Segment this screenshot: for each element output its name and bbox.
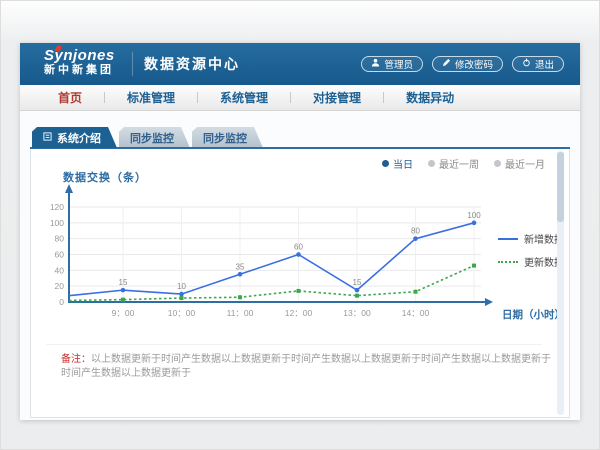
y-tick-labels: 0 20 40 60 80 100 120 [50, 202, 64, 307]
nav-item-standard-mgmt[interactable]: 标准管理 [105, 89, 197, 106]
power-icon [522, 58, 531, 70]
admin-user-button[interactable]: 管理员 [361, 56, 423, 72]
line-chart: 0 20 40 60 80 100 120 9：00 10：00 11：00 12：00 13：00 1… [41, 180, 501, 340]
legend-item-updated-data[interactable]: 更新数据 [498, 254, 564, 269]
svg-text:10: 10 [177, 282, 186, 291]
svg-text:100: 100 [467, 211, 481, 220]
panel-scrollbar[interactable] [557, 151, 564, 415]
svg-text:60: 60 [294, 243, 303, 252]
legend-item-new-data[interactable]: 新增数据 [498, 231, 564, 246]
content-panel: 当日 最近一周 最近一月 数据交换（条） 0204060801001209：00… [30, 149, 570, 418]
svg-text:9：00: 9：00 [112, 308, 135, 318]
series-0: 15 10 35 60 15 80 100 [69, 211, 481, 297]
green-dotted-line-icon [498, 261, 518, 263]
app-window: Synjones 新中新集团 数据资源中心 管理员 修改 [20, 43, 580, 420]
logo-text-cn: 新中新集团 [44, 65, 115, 77]
svg-text:120: 120 [50, 202, 64, 212]
period-last-week[interactable]: 最近一周 [428, 156, 479, 171]
svg-text:15: 15 [353, 278, 362, 287]
chart-legend: 新增数据 更新数据 [498, 231, 564, 269]
svg-text:10：00: 10：00 [168, 308, 196, 318]
svg-text:35: 35 [236, 262, 245, 271]
tab-sync-monitor-2[interactable]: 同步监控 [192, 127, 263, 148]
svg-text:13：00: 13：00 [343, 308, 371, 318]
svg-text:40: 40 [55, 265, 65, 275]
period-today[interactable]: 当日 [382, 156, 413, 171]
svg-text:15: 15 [119, 278, 128, 287]
footnote: 备注：以上数据更新于时间产生数据以上数据更新于时间产生数据以上数据更新于时间产生… [61, 353, 551, 381]
user-icon [371, 58, 380, 70]
note-divider [46, 344, 542, 345]
app-header: Synjones 新中新集团 数据资源中心 管理员 修改 [20, 43, 580, 85]
period-last-month[interactable]: 最近一月 [494, 156, 545, 171]
svg-text:12：00: 12：00 [285, 308, 313, 318]
svg-text:80: 80 [411, 227, 420, 236]
logo-text-en: Synjones [44, 48, 115, 64]
svg-text:100: 100 [50, 218, 64, 228]
axes [65, 184, 493, 306]
radio-selected-icon [382, 160, 389, 167]
nav-item-data-change[interactable]: 数据异动 [384, 89, 476, 106]
tab-system-intro[interactable]: 系统介绍 [32, 127, 117, 148]
nav-item-system-mgmt[interactable]: 系统管理 [198, 89, 290, 106]
tab-sync-monitor-1[interactable]: 同步监控 [119, 127, 190, 148]
svg-text:11：00: 11：00 [227, 308, 254, 318]
series-1 [69, 264, 476, 302]
header-divider [132, 52, 133, 76]
company-logo: Synjones 新中新集团 [44, 48, 115, 76]
nav-item-home[interactable]: 首页 [36, 89, 104, 106]
nav-item-interface-mgmt[interactable]: 对接管理 [291, 89, 383, 106]
radio-icon [428, 160, 435, 167]
logout-button[interactable]: 退出 [512, 56, 564, 72]
svg-text:80: 80 [55, 234, 65, 244]
page-title: 数据资源中心 [144, 43, 240, 85]
tab-strip: 系统介绍 同步监控 同步监控 [32, 127, 263, 148]
x-tick-labels: 9：00 10：00 11：00 12：00 13：00 14：00 [112, 308, 430, 318]
footnote-text: 以上数据更新于时间产生数据以上数据更新于时间产生数据以上数据更新于时间产生数据以… [61, 354, 551, 379]
user-actions: 管理员 修改密码 退出 [361, 43, 564, 85]
main-nav: 首页 标准管理 系统管理 对接管理 数据异动 [20, 85, 580, 111]
svg-text:60: 60 [55, 250, 65, 260]
svg-text:14：00: 14：00 [402, 308, 430, 318]
document-icon [43, 132, 52, 144]
blue-line-icon [498, 238, 518, 240]
screenshot-stage: Synjones 新中新集团 数据资源中心 管理员 修改 [0, 0, 600, 450]
edit-icon [442, 58, 451, 70]
footnote-label: 备注： [61, 354, 91, 365]
x-axis-title: 日期（小时） [502, 307, 565, 322]
svg-text:20: 20 [55, 281, 65, 291]
period-filter: 当日 最近一周 最近一月 [382, 156, 545, 171]
change-password-button[interactable]: 修改密码 [432, 56, 503, 72]
radio-icon [494, 160, 501, 167]
svg-text:0: 0 [59, 297, 64, 307]
scrollbar-thumb[interactable] [557, 152, 564, 222]
gridlines [69, 207, 481, 301]
